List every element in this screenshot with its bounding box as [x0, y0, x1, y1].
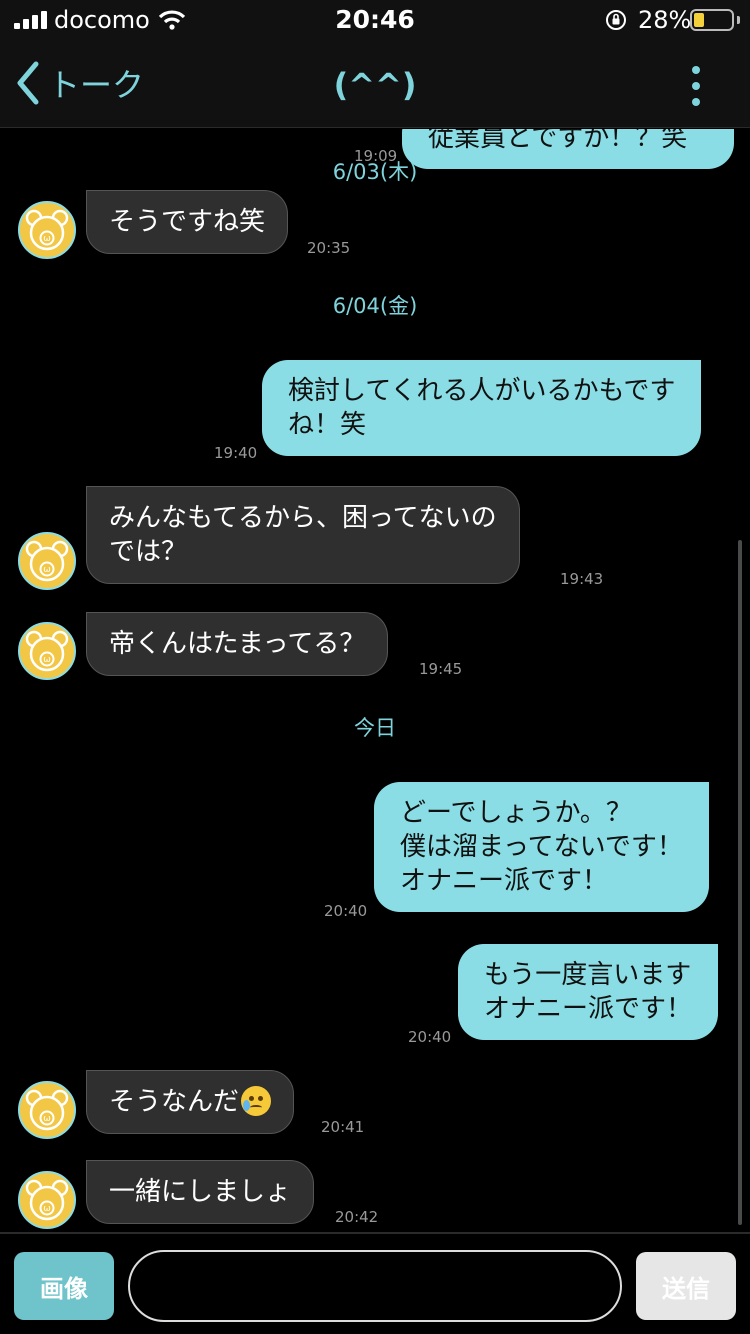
message-text: 従業員とですか！？笑: [428, 129, 688, 153]
bear-face-icon: ω: [25, 1089, 69, 1131]
message-text-line: どーでしょうか。？: [400, 798, 632, 828]
message-text-line: オナニー派です！: [400, 866, 609, 896]
message-input[interactable]: [128, 1250, 622, 1322]
chevron-left-icon: [17, 61, 39, 105]
message-text: そうなんだ: [109, 1087, 240, 1117]
battery-icon: [690, 9, 734, 31]
message-text-line: みんなもてるから、困ってないの: [109, 503, 497, 533]
chat-header: トーク (^^): [0, 40, 750, 128]
svg-text:ω: ω: [43, 655, 51, 665]
svg-text:ω: ω: [43, 1204, 51, 1214]
bear-face-icon: ω: [25, 1179, 69, 1221]
outgoing-message[interactable]: 検討してくれる人がいるかもです ね！笑: [262, 360, 702, 456]
message-text-line: では？: [109, 537, 188, 567]
avatar[interactable]: ω: [18, 622, 76, 680]
avatar[interactable]: ω: [18, 201, 76, 259]
more-options-button[interactable]: [680, 62, 712, 110]
back-label: トーク: [48, 66, 145, 104]
message-text-line: ね！笑: [288, 410, 367, 440]
date-separator: 6/04(金): [332, 294, 418, 318]
message-time: 19:40: [214, 444, 258, 462]
message-time: 20:35: [307, 239, 351, 257]
message-time: 20:41: [321, 1118, 365, 1136]
avatar[interactable]: ω: [18, 1081, 76, 1139]
bear-face-icon: ω: [25, 630, 69, 672]
incoming-message[interactable]: そうなんだ: [86, 1070, 295, 1134]
svg-text:ω: ω: [43, 1114, 51, 1124]
message-text: そうですね笑: [109, 207, 266, 237]
message-time: 19:45: [419, 660, 463, 678]
message-time: 20:42: [335, 1208, 379, 1226]
battery-level-fill: [694, 13, 704, 27]
date-separator: 6/03(木): [332, 160, 418, 184]
image-button[interactable]: 画像: [14, 1252, 114, 1320]
orientation-lock-icon: [606, 10, 626, 30]
battery-cap: [737, 16, 740, 24]
message-input-bar: 画像 送信: [0, 1232, 750, 1334]
svg-text:ω: ω: [43, 234, 51, 244]
message-time: 19:43: [560, 570, 604, 588]
message-text: 一緒にしましょ: [109, 1177, 292, 1207]
incoming-message[interactable]: 帝くんはたまってる？: [86, 612, 389, 676]
message-text-line: 僕は溜まってないです！: [400, 832, 683, 862]
message-text-line: 検討してくれる人がいるかもです: [288, 376, 676, 406]
avatar[interactable]: ω: [18, 532, 76, 590]
send-button[interactable]: 送信: [636, 1252, 736, 1320]
message-time: 20:40: [324, 902, 368, 920]
incoming-message[interactable]: 一緒にしましょ: [86, 1160, 315, 1224]
incoming-message[interactable]: みんなもてるから、困ってないの では？: [86, 486, 520, 584]
outgoing-message[interactable]: どーでしょうか。？ 僕は溜まってないです！ オナニー派です！: [374, 782, 709, 912]
outgoing-message[interactable]: もう一度言います オナニー派です！: [458, 944, 719, 1040]
crying-face-icon: [241, 1086, 272, 1116]
battery-percent: 28%: [638, 6, 692, 34]
status-bar: docomo 20:46 28%: [0, 0, 750, 40]
message-text-line: もう一度言います: [484, 960, 692, 990]
svg-text:ω: ω: [43, 565, 51, 575]
chat-message-list[interactable]: 従業員とですか！？笑 19:09 6/03(木) ω そうですね笑 20:35 …: [0, 129, 750, 1232]
avatar[interactable]: ω: [18, 1171, 76, 1229]
message-text: 帝くんはたまってる？: [109, 629, 366, 659]
bear-face-icon: ω: [25, 540, 69, 582]
message-text-line: オナニー派です！: [484, 994, 693, 1024]
back-button[interactable]: トーク: [14, 58, 144, 108]
date-separator: 今日: [354, 716, 396, 740]
incoming-message[interactable]: そうですね笑: [86, 190, 289, 254]
message-time: 20:40: [408, 1028, 452, 1046]
scrollbar[interactable]: [738, 540, 742, 1225]
bear-face-icon: ω: [25, 209, 69, 251]
